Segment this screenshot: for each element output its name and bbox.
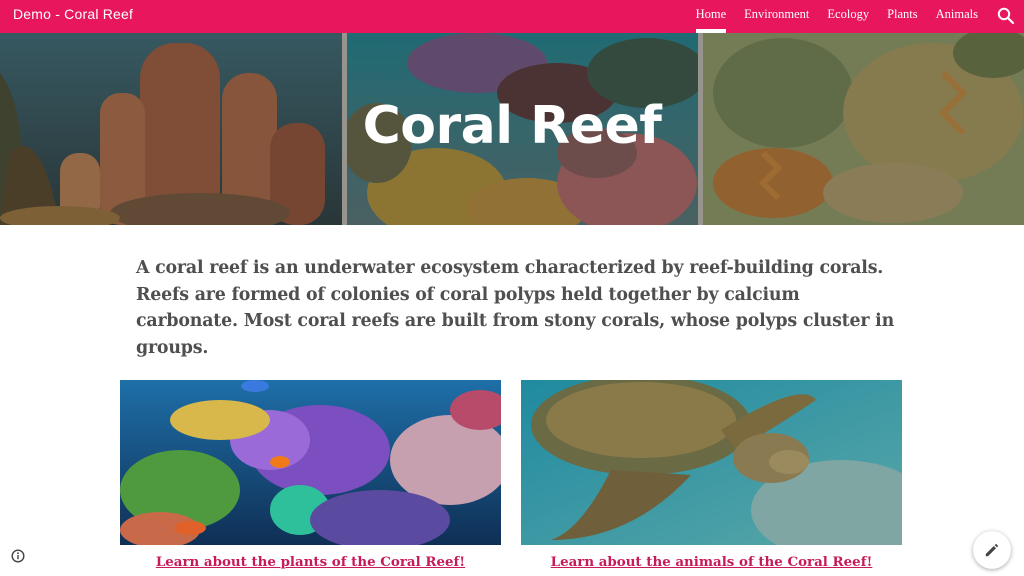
edit-button[interactable] — [973, 531, 1011, 569]
plants-link[interactable]: Learn about the plants of the Coral Reef… — [120, 554, 501, 570]
animals-card: Learn about the animals of the Coral Ree… — [521, 380, 902, 570]
search-icon[interactable] — [996, 6, 1016, 26]
nav-item-animals[interactable]: Animals — [927, 0, 987, 33]
pencil-icon — [985, 543, 999, 557]
site-title[interactable]: Demo - Coral Reef — [13, 6, 133, 22]
animals-card-image[interactable] — [521, 380, 902, 545]
nav-item-ecology[interactable]: Ecology — [818, 0, 878, 33]
main-nav: Home Environment Ecology Plants Animals — [687, 0, 987, 33]
info-icon[interactable] — [11, 549, 25, 563]
plants-card: Learn about the plants of the Coral Reef… — [120, 380, 501, 570]
top-navigation-bar: Demo - Coral Reef Home Environment Ecolo… — [0, 0, 1024, 33]
nav-item-plants[interactable]: Plants — [878, 0, 927, 33]
nav-item-environment[interactable]: Environment — [735, 0, 818, 33]
page-title: Coral Reef — [362, 96, 662, 156]
hero-banner: Coral Reef — [0, 33, 1024, 225]
nav-item-home[interactable]: Home — [687, 0, 736, 33]
animals-link[interactable]: Learn about the animals of the Coral Ree… — [521, 554, 902, 570]
intro-paragraph: A coral reef is an underwater ecosystem … — [136, 258, 895, 358]
plants-card-image[interactable] — [120, 380, 501, 545]
